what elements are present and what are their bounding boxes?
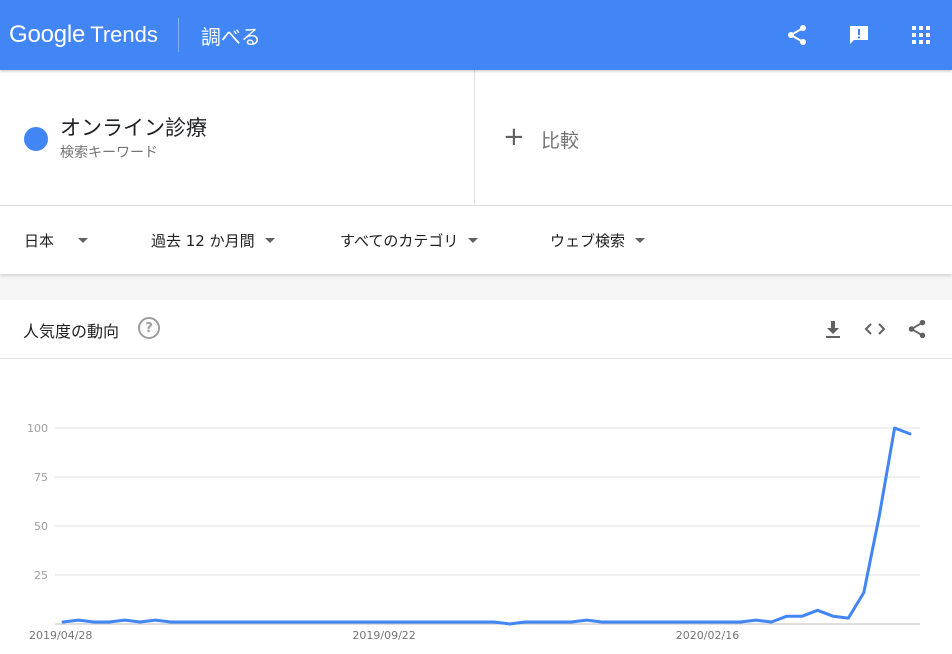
- widget-share-button[interactable]: [896, 312, 938, 346]
- share-button[interactable]: [766, 0, 828, 70]
- search-term-card[interactable]: オンライン診療 検索キーワード: [0, 70, 475, 206]
- google-trends-logo[interactable]: Google Trends: [9, 21, 158, 49]
- section-gap: [0, 274, 952, 300]
- widget-header: 人気度の動向 ?: [0, 300, 952, 359]
- plus-icon: +: [503, 122, 525, 152]
- property-value: ウェブ検索: [550, 231, 626, 250]
- region-value: 日本: [24, 231, 55, 250]
- search-terms-bar: オンライン診療 検索キーワード + 比較: [0, 70, 952, 206]
- x-tick-label: 2019/04/28: [29, 629, 92, 642]
- widget-title: 人気度の動向: [23, 322, 120, 341]
- caret-down-icon: [78, 237, 89, 243]
- x-tick-label: 2020/02/16: [676, 629, 739, 642]
- filter-bar: 日本 過去 12 か月間 すべてのカテゴリ ウェブ検索: [0, 206, 952, 274]
- download-csv-button[interactable]: [812, 312, 854, 346]
- logo-trends-text: Trends: [90, 22, 158, 47]
- trend-chart-svg: 25 50 75 100 2019/04/28 2019/09/22 2020/02/16: [27, 422, 920, 642]
- feedback-button[interactable]: [828, 0, 890, 70]
- appbar-actions: [766, 0, 952, 70]
- y-tick-label: 75: [34, 471, 48, 484]
- embed-icon: [864, 323, 886, 335]
- trend-chart: 25 50 75 100 2019/04/28 2019/09/22 2020/02/16: [0, 359, 952, 654]
- apps-icon: [912, 26, 930, 44]
- category-dropdown[interactable]: すべてのカテゴリ: [340, 206, 479, 274]
- term-color-dot: [24, 127, 48, 151]
- x-tick-label: 2019/09/22: [352, 629, 415, 642]
- period-value: 過去 12 か月間: [151, 231, 255, 250]
- download-icon: [826, 321, 840, 338]
- widget-actions: [812, 312, 938, 346]
- y-tick-label: 50: [34, 520, 48, 533]
- appbar-divider: [177, 18, 179, 52]
- feedback-icon: [850, 26, 868, 44]
- caret-down-icon: [468, 237, 479, 243]
- search-property-dropdown[interactable]: ウェブ検索: [550, 206, 646, 274]
- caret-down-icon: [264, 237, 275, 243]
- period-dropdown[interactable]: 過去 12 か月間: [151, 206, 275, 274]
- embed-button[interactable]: [854, 312, 896, 346]
- logo-google-text: Google: [9, 21, 86, 48]
- compare-label: 比較: [541, 130, 580, 152]
- category-value: すべてのカテゴリ: [340, 231, 459, 250]
- interest-over-time-widget: 人気度の動向 ? 25 50 75 100 2019/04/28 2019/09…: [0, 300, 952, 654]
- app-bar: Google Trends 調べる: [0, 0, 952, 70]
- region-dropdown[interactable]: 日本: [24, 206, 89, 274]
- page-title: 調べる: [200, 24, 261, 49]
- help-icon[interactable]: ?: [138, 317, 160, 339]
- y-tick-label: 25: [34, 569, 48, 582]
- apps-button[interactable]: [890, 0, 952, 70]
- search-term-type: 検索キーワード: [60, 145, 158, 161]
- share-icon: [908, 319, 926, 339]
- caret-down-icon: [635, 237, 646, 243]
- y-tick-label: 100: [27, 422, 48, 435]
- compare-button[interactable]: + 比較: [475, 70, 952, 205]
- search-term-name[interactable]: オンライン診療: [60, 112, 207, 142]
- share-icon: [788, 25, 806, 45]
